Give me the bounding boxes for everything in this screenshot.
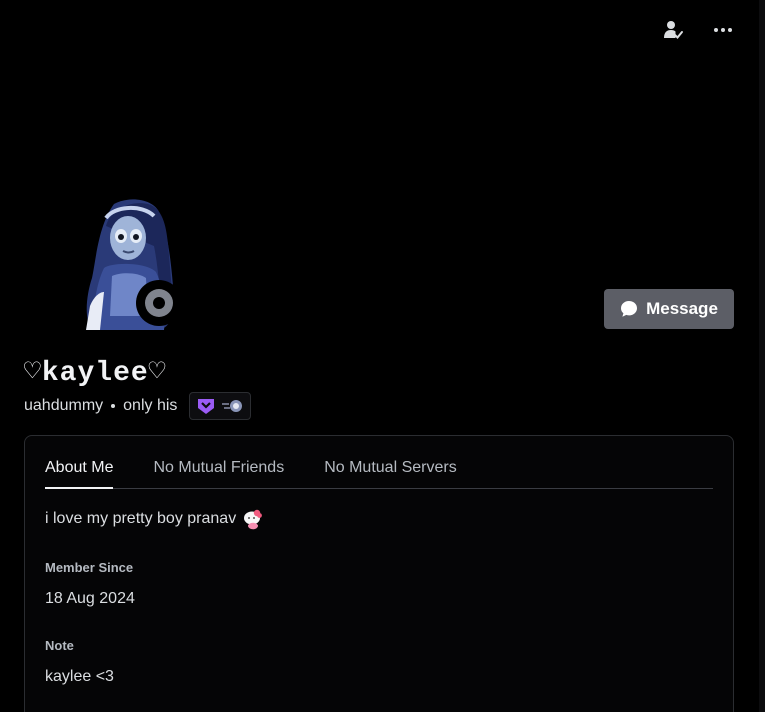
bio: i love my pretty boy pranav bbox=[45, 508, 264, 530]
tab-mutual-friends[interactable]: No Mutual Friends bbox=[153, 456, 284, 488]
badge-list bbox=[189, 392, 252, 420]
profile-subline: uahdummy only his bbox=[24, 392, 252, 420]
quest-badge-icon[interactable] bbox=[220, 396, 244, 416]
scrollbar-track[interactable] bbox=[759, 0, 765, 712]
message-button[interactable]: Message bbox=[604, 289, 734, 329]
friend-status-button[interactable] bbox=[659, 16, 687, 44]
note-label: Note bbox=[45, 638, 74, 653]
pronouns: only his bbox=[123, 397, 178, 414]
username[interactable]: uahdummy bbox=[24, 397, 103, 415]
tab-about-me[interactable]: About Me bbox=[45, 456, 114, 489]
note-field[interactable]: kaylee <3 bbox=[45, 668, 114, 686]
member-since-value: 18 Aug 2024 bbox=[45, 590, 135, 607]
hypesquad-balance-badge-icon[interactable] bbox=[196, 396, 216, 416]
avatar-container[interactable] bbox=[76, 196, 184, 332]
user-profile-page: Message ♡kaylee♡ uahdummy only his About… bbox=[0, 0, 765, 712]
hello-kitty-emoji-icon bbox=[244, 509, 263, 530]
display-name: ♡kaylee♡ bbox=[24, 358, 167, 389]
member-since-label: Member Since bbox=[45, 560, 134, 575]
profile-header-actions bbox=[659, 16, 737, 44]
more-options-button[interactable] bbox=[709, 16, 737, 44]
separator-dot bbox=[111, 404, 116, 408]
tab-mutual-servers[interactable]: No Mutual Servers bbox=[324, 456, 457, 488]
status-indicator bbox=[136, 280, 182, 326]
profile-details-panel: About Me No Mutual Friends No Mutual Ser… bbox=[24, 435, 734, 712]
profile-tabs: About Me No Mutual Friends No Mutual Ser… bbox=[45, 456, 713, 489]
message-button-label: Message bbox=[646, 299, 718, 318]
offline-status-icon bbox=[145, 289, 173, 317]
more-options-icon bbox=[714, 28, 732, 32]
bio-text: i love my pretty boy pranav bbox=[45, 510, 237, 527]
chat-bubble-icon bbox=[621, 301, 638, 317]
person-check-icon bbox=[664, 21, 683, 39]
